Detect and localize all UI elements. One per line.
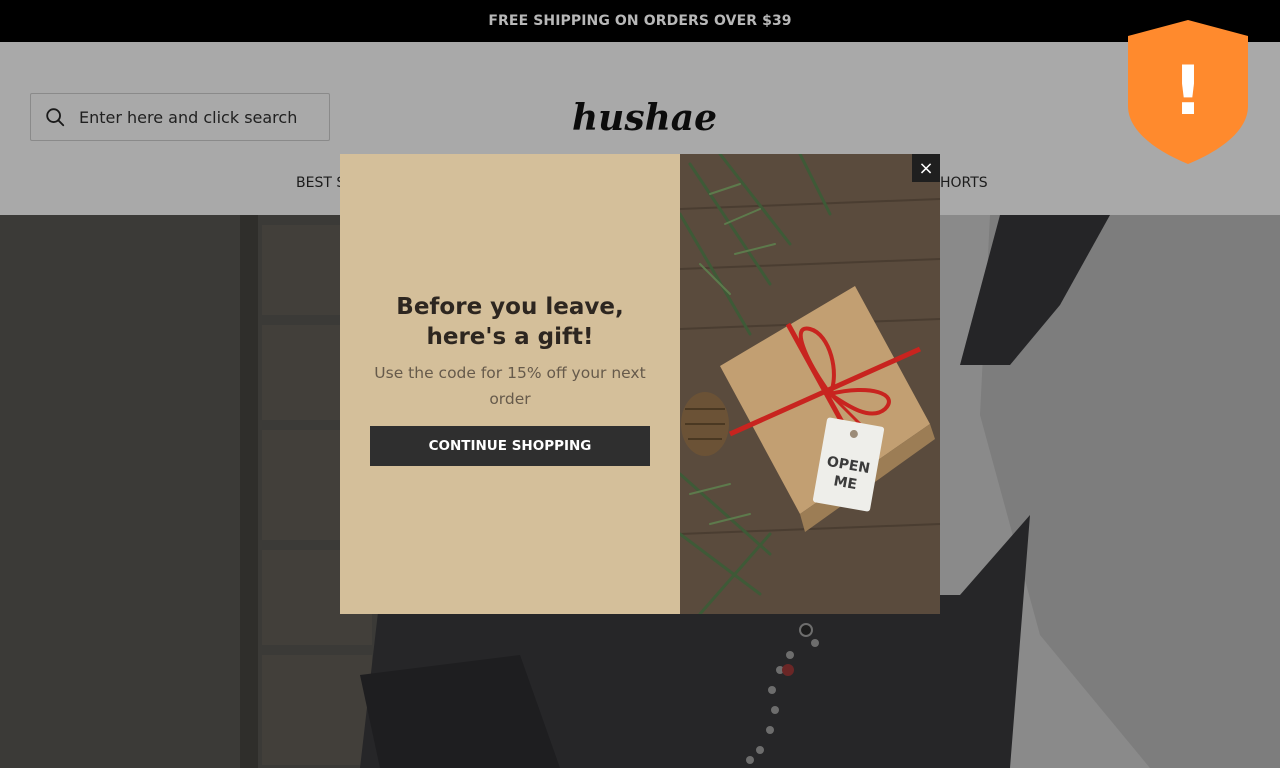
popup-content: Before you leave, here's a gift! Use the… xyxy=(340,154,680,614)
search-box[interactable]: Enter here and click search xyxy=(30,93,330,141)
announcement-bar: FREE SHIPPING ON ORDERS OVER $39 xyxy=(0,0,1280,42)
popup-close-button[interactable]: × xyxy=(912,154,940,182)
continue-shopping-button[interactable]: CONTINUE SHOPPING xyxy=(370,426,650,466)
popup-gift-image: OPENME xyxy=(680,154,940,614)
site-logo[interactable]: hushaed xyxy=(570,92,716,142)
gift-photo: OPENME xyxy=(680,154,940,614)
popup-title: Before you leave, here's a gift! xyxy=(396,294,624,350)
alert-shield-badge[interactable]: ! xyxy=(1126,18,1250,166)
close-icon: × xyxy=(918,157,934,179)
nav-item-shorts[interactable]: HORTS xyxy=(940,175,988,191)
announcement-text: FREE SHIPPING ON ORDERS OVER $39 xyxy=(488,13,792,29)
search-input[interactable]: Enter here and click search xyxy=(79,108,297,127)
exit-intent-popup: Before you leave, here's a gift! Use the… xyxy=(340,154,940,614)
nav-item-best-sellers[interactable]: BEST S xyxy=(296,175,345,191)
popup-text: Use the code for 15% off your next order xyxy=(374,364,646,408)
search-icon xyxy=(46,108,65,127)
alert-icon: ! xyxy=(1172,52,1203,131)
logo-text: hushaed xyxy=(572,97,716,139)
